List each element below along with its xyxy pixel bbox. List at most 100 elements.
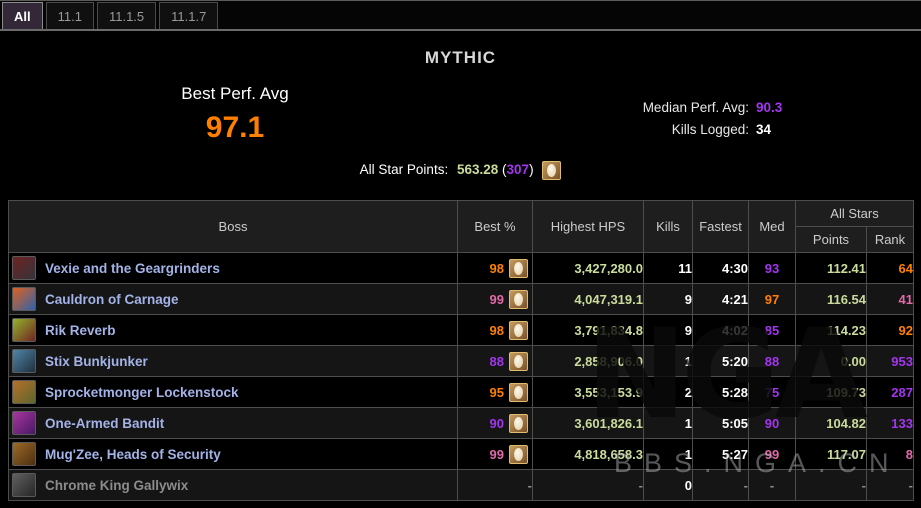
best-pct-value[interactable]: 98 bbox=[490, 323, 504, 338]
points-value: 0.00 bbox=[795, 345, 867, 377]
all-star-rank-paren-close: ) bbox=[529, 162, 534, 178]
rank-value: 287 bbox=[866, 376, 914, 408]
fastest-value: 4:02 bbox=[692, 314, 749, 346]
boss-name-link[interactable]: Cauldron of Carnage bbox=[45, 292, 179, 307]
boss-name-link[interactable]: Stix Bunkjunker bbox=[45, 354, 148, 369]
table-row: One-Armed Bandit 90 3,601,826.1 1 5:05 9… bbox=[8, 407, 914, 439]
fastest-value: 5:27 bbox=[692, 438, 749, 470]
fastest-value: 4:21 bbox=[692, 283, 749, 315]
rank-value: - bbox=[866, 469, 914, 501]
boss-name-link[interactable]: Vexie and the Geargrinders bbox=[45, 261, 220, 276]
header-boss[interactable]: Boss bbox=[8, 200, 458, 253]
fastest-value: - bbox=[692, 469, 749, 501]
table-row: Sprocketmonger Lockenstock 95 3,553,153.… bbox=[8, 376, 914, 408]
kills-logged-row: Kills Logged: 34 bbox=[600, 119, 792, 141]
tab-all[interactable]: All bbox=[2, 2, 43, 29]
med-value: 88 bbox=[748, 345, 796, 377]
highest-hps-value: - bbox=[532, 469, 644, 501]
rank-value: 92 bbox=[866, 314, 914, 346]
header-all-stars: All Stars bbox=[795, 200, 914, 227]
tab-11-1-5[interactable]: 11.1.5 bbox=[96, 2, 157, 29]
highest-hps-value: 3,427,280.0 bbox=[532, 252, 644, 284]
rank-value: 953 bbox=[866, 345, 914, 377]
med-value: 99 bbox=[748, 438, 796, 470]
highest-hps-value: 3,601,826.1 bbox=[532, 407, 644, 439]
med-value: 93 bbox=[748, 252, 796, 284]
header-highest-hps[interactable]: Highest HPS bbox=[532, 200, 644, 253]
boss-name-link[interactable]: Mug'Zee, Heads of Security bbox=[45, 447, 221, 462]
highest-hps-value: 2,858,906.0 bbox=[532, 345, 644, 377]
boss-name-link[interactable]: Rik Reverb bbox=[45, 323, 116, 338]
boss-portrait-icon bbox=[12, 349, 36, 373]
boss-portrait-icon bbox=[12, 256, 36, 280]
best-pct-value[interactable]: 98 bbox=[490, 261, 504, 276]
kills-logged-label: Kills Logged: bbox=[671, 122, 749, 137]
trinket-icon bbox=[509, 351, 528, 371]
summary-stats-block: Median Perf. Avg: 90.3 Kills Logged: 34 bbox=[600, 97, 792, 141]
trinket-icon bbox=[542, 161, 562, 180]
highest-hps-value: 3,553,153.9 bbox=[532, 376, 644, 408]
highest-hps-value: 3,791,834.8 bbox=[532, 314, 644, 346]
med-value: - bbox=[748, 469, 796, 501]
header-kills[interactable]: Kills bbox=[643, 200, 693, 253]
boss-portrait-icon bbox=[12, 287, 36, 311]
header-best-pct[interactable]: Best % bbox=[457, 200, 533, 253]
best-pct-value[interactable]: 95 bbox=[490, 385, 504, 400]
points-value: 112.41 bbox=[795, 252, 867, 284]
best-perf-value: 97.1 bbox=[205, 111, 265, 144]
trinket-icon bbox=[509, 289, 528, 309]
kills-value: 11 bbox=[643, 252, 693, 284]
patch-tab-bar: All 11.1 11.1.5 11.1.7 bbox=[0, 0, 921, 31]
points-value: 109.73 bbox=[795, 376, 867, 408]
warcraft-logs-healer-rankings-page: All 11.1 11.1.5 11.1.7 MYTHIC Best Perf.… bbox=[0, 0, 921, 508]
header-fastest[interactable]: Fastest bbox=[692, 200, 749, 253]
kills-value: 0 bbox=[643, 469, 693, 501]
points-value: 114.23 bbox=[795, 314, 867, 346]
tab-11-1-7[interactable]: 11.1.7 bbox=[159, 2, 219, 29]
kills-value: 2 bbox=[643, 376, 693, 408]
kills-value: 9 bbox=[643, 283, 693, 315]
tab-11-1[interactable]: 11.1 bbox=[45, 2, 94, 29]
trinket-icon bbox=[509, 382, 528, 402]
boss-name-link[interactable]: One-Armed Bandit bbox=[45, 416, 164, 431]
kills-value: 1 bbox=[643, 345, 693, 377]
best-pct-value[interactable]: 88 bbox=[490, 354, 504, 369]
points-value: 116.54 bbox=[795, 283, 867, 315]
table-row: Chrome King Gallywix - - 0 - - - - bbox=[8, 469, 914, 501]
kills-logged-value: 34 bbox=[756, 122, 772, 137]
best-pct-value[interactable]: 99 bbox=[490, 447, 504, 462]
all-star-points-label: All Star Points: bbox=[359, 162, 449, 178]
rank-value: 64 bbox=[866, 252, 914, 284]
kills-value: 1 bbox=[643, 407, 693, 439]
boss-portrait-icon bbox=[12, 473, 36, 497]
header-med[interactable]: Med bbox=[748, 200, 796, 253]
median-perf-row: Median Perf. Avg: 90.3 bbox=[600, 97, 792, 119]
table-row: Cauldron of Carnage 99 4,047,319.1 9 4:2… bbox=[8, 283, 914, 315]
boss-name-link[interactable]: Sprocketmonger Lockenstock bbox=[45, 385, 239, 400]
all-star-rank-value: 307 bbox=[506, 162, 530, 178]
best-pct-value[interactable]: 99 bbox=[490, 292, 504, 307]
boss-performance-table: Boss Best % Highest HPS Kills Fastest Me… bbox=[8, 200, 914, 501]
kills-value: 9 bbox=[643, 314, 693, 346]
table-row: Mug'Zee, Heads of Security 99 4,818,658.… bbox=[8, 438, 914, 470]
median-perf-label: Median Perf. Avg: bbox=[642, 100, 749, 115]
med-value: 90 bbox=[748, 407, 796, 439]
boss-portrait-icon bbox=[12, 380, 36, 404]
header-rank[interactable]: Rank bbox=[866, 226, 914, 253]
table-row: Rik Reverb 98 3,791,834.8 9 4:02 85 114.… bbox=[8, 314, 914, 346]
fastest-value: 5:20 bbox=[692, 345, 749, 377]
boss-name-link[interactable]: Chrome King Gallywix bbox=[45, 478, 188, 493]
best-pct-value[interactable]: 90 bbox=[490, 416, 504, 431]
rank-value: 133 bbox=[866, 407, 914, 439]
boss-portrait-icon bbox=[12, 442, 36, 466]
header-points[interactable]: Points bbox=[795, 226, 867, 253]
difficulty-title: MYTHIC bbox=[424, 48, 497, 67]
rank-value: 41 bbox=[866, 283, 914, 315]
boss-portrait-icon bbox=[12, 411, 36, 435]
trinket-icon bbox=[509, 320, 528, 340]
points-value: - bbox=[795, 469, 867, 501]
highest-hps-value: 4,818,658.3 bbox=[532, 438, 644, 470]
med-value: 97 bbox=[748, 283, 796, 315]
median-perf-value: 90.3 bbox=[756, 100, 783, 115]
points-value: 104.82 bbox=[795, 407, 867, 439]
